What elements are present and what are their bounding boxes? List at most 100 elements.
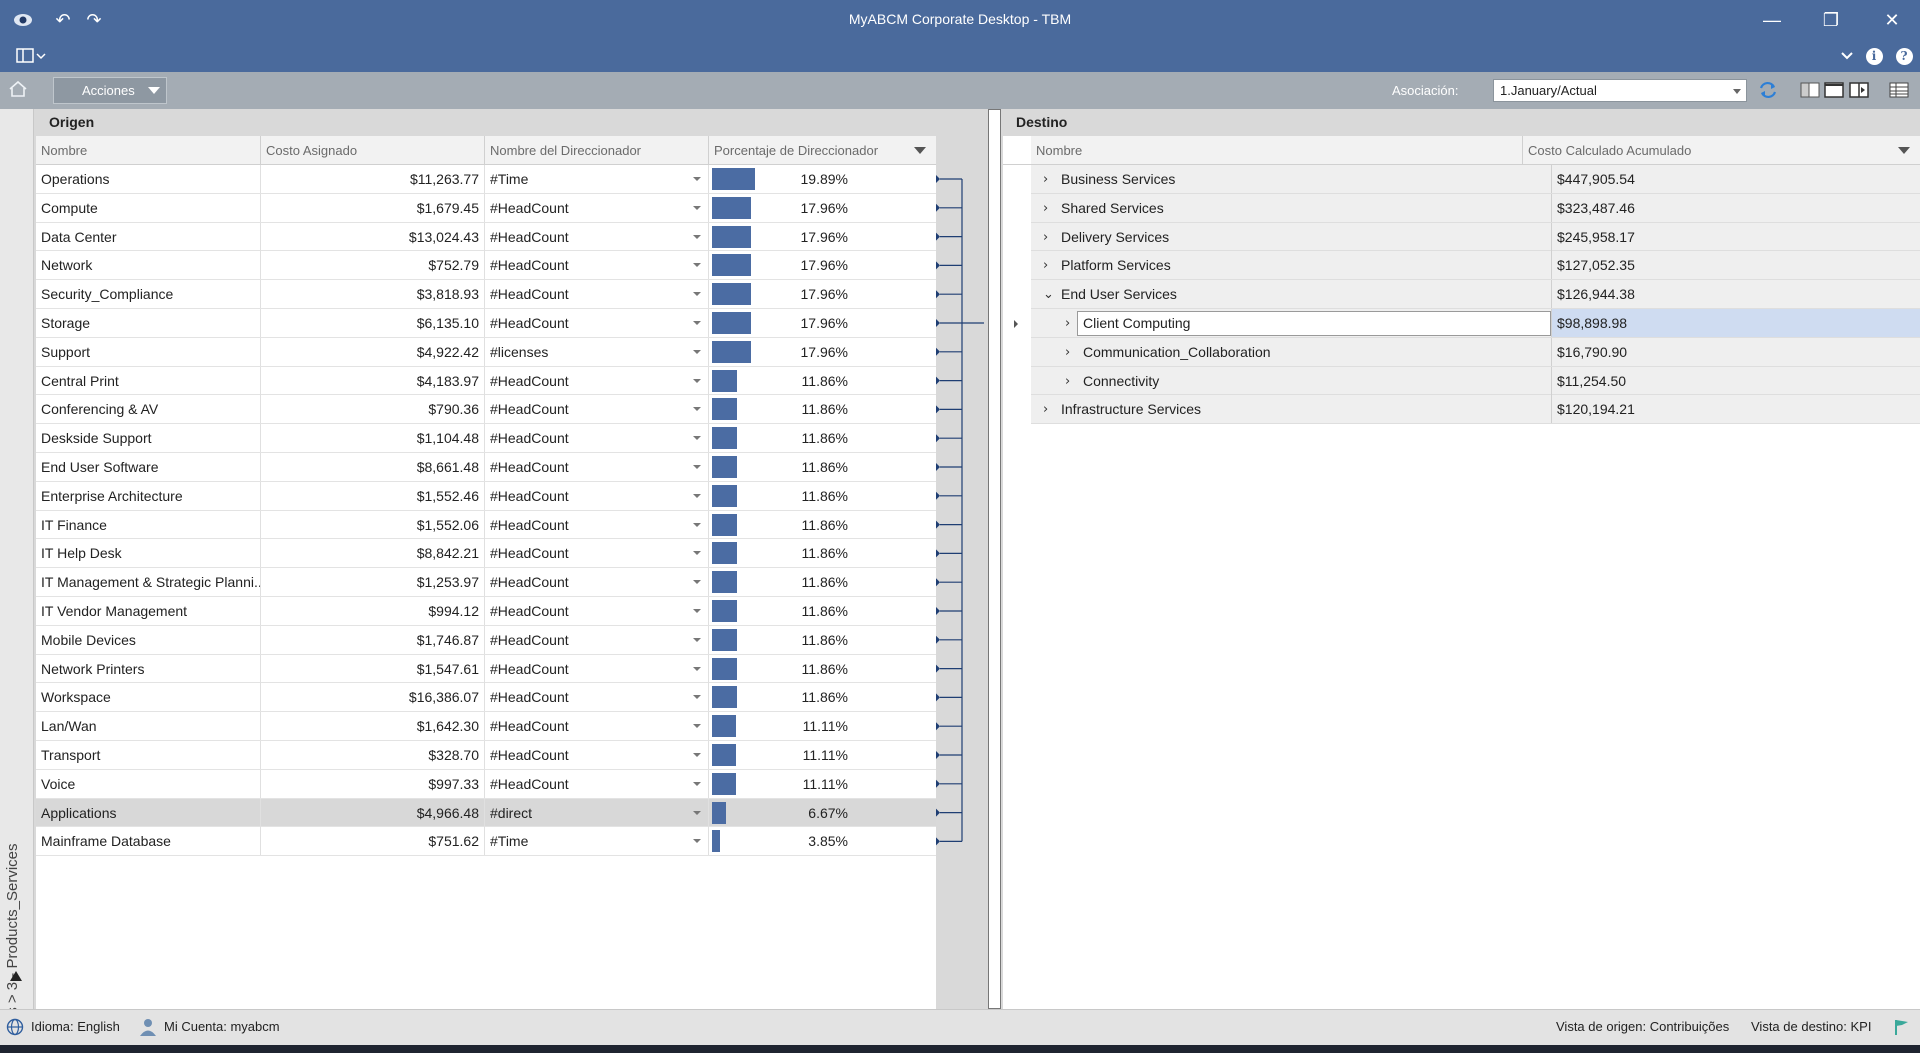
chevron-right-icon[interactable]: › bbox=[1065, 374, 1077, 389]
table-row[interactable]: Lan/Wan $1,642.30 #HeadCount 11.11% bbox=[36, 712, 936, 741]
flag-icon[interactable] bbox=[1893, 1018, 1911, 1039]
driver-select[interactable]: #HeadCount bbox=[485, 452, 709, 481]
col-header-nombre-destino[interactable]: Nombre bbox=[1031, 136, 1523, 165]
chevron-down-icon[interactable] bbox=[1836, 45, 1858, 67]
info-icon[interactable]: i bbox=[1863, 45, 1885, 67]
dropdown-arrow-icon[interactable] bbox=[693, 522, 701, 527]
dropdown-arrow-icon[interactable] bbox=[693, 407, 701, 412]
dropdown-arrow-icon[interactable] bbox=[693, 695, 701, 700]
help-icon[interactable]: ? bbox=[1893, 45, 1915, 67]
table-row[interactable]: Compute $1,679.45 #HeadCount 17.96% bbox=[36, 193, 936, 223]
tree-row[interactable]: › Business Services $447,905.54 bbox=[1003, 165, 1920, 194]
table-row[interactable]: Enterprise Architecture $1,552.46 #HeadCou… bbox=[36, 481, 936, 511]
vista-origen-status[interactable]: Vista de origen: Contribuições bbox=[1556, 1019, 1729, 1034]
table-row[interactable]: Support $4,922.42 #licenses 17.96% bbox=[36, 337, 936, 367]
tree-row[interactable]: › Delivery Services $245,958.17 bbox=[1003, 222, 1920, 252]
chevron-right-icon[interactable]: › bbox=[1043, 402, 1055, 417]
driver-select[interactable]: #HeadCount bbox=[485, 424, 709, 453]
dropdown-arrow-icon[interactable] bbox=[693, 839, 701, 844]
driver-select[interactable]: #HeadCount bbox=[485, 740, 709, 769]
table-row[interactable]: IT Management & Strategic Planni... $1,25… bbox=[36, 568, 936, 597]
dropdown-arrow-icon[interactable] bbox=[693, 551, 701, 556]
dropdown-arrow-icon[interactable] bbox=[693, 349, 701, 354]
col-header-nombre[interactable]: Nombre bbox=[36, 136, 261, 165]
asociacion-select[interactable]: 1.January/Actual bbox=[1493, 79, 1747, 102]
chevron-right-icon[interactable]: › bbox=[1043, 172, 1055, 187]
dropdown-arrow-icon[interactable] bbox=[693, 666, 701, 671]
cuenta-status[interactable]: Mi Cuenta: myabcm bbox=[164, 1019, 280, 1034]
dropdown-arrow-icon[interactable] bbox=[693, 493, 701, 498]
table-row[interactable]: Voice $997.33 #HeadCount 11.11% bbox=[36, 769, 936, 799]
driver-select[interactable]: #HeadCount bbox=[485, 481, 709, 510]
table-row[interactable]: Operations $11,263.77 #Time 19.89% bbox=[36, 165, 936, 194]
driver-select[interactable]: #direct bbox=[485, 798, 709, 827]
column-menu-icon[interactable] bbox=[1898, 147, 1910, 154]
driver-select[interactable]: #HeadCount bbox=[485, 769, 709, 798]
table-row[interactable]: Conferencing & AV $790.36 #HeadCount 11.86% bbox=[36, 395, 936, 425]
table-row[interactable]: Mainframe Database $751.62 #Time 3.85% bbox=[36, 827, 936, 857]
driver-select[interactable]: #HeadCount bbox=[485, 280, 709, 309]
tree-row-body[interactable]: › Communication_Collaboration $16,790.90 bbox=[1031, 337, 1920, 367]
chevron-right-icon[interactable]: › bbox=[1065, 345, 1077, 360]
layout-split-icon[interactable] bbox=[1849, 81, 1869, 99]
tree-row[interactable]: ⌄ End User Services $126,944.38 bbox=[1003, 280, 1920, 309]
dropdown-arrow-icon[interactable] bbox=[693, 263, 701, 268]
driver-select[interactable]: #HeadCount bbox=[485, 654, 709, 683]
dropdown-arrow-icon[interactable] bbox=[693, 608, 701, 613]
driver-select[interactable]: #HeadCount bbox=[485, 596, 709, 625]
tree-row[interactable]: › Communication_Collaboration $16,790.90 bbox=[1003, 337, 1920, 367]
tree-row-body[interactable]: › Business Services $447,905.54 bbox=[1031, 165, 1920, 194]
tree-row-body[interactable]: › Client Computing $98,898.98 bbox=[1031, 308, 1920, 338]
grid-view-icon[interactable] bbox=[1889, 81, 1909, 99]
layout-full-icon[interactable] bbox=[1824, 81, 1844, 99]
layout-left-icon[interactable] bbox=[1800, 81, 1820, 99]
home-icon[interactable] bbox=[8, 80, 30, 100]
idioma-status[interactable]: Idioma: English bbox=[31, 1019, 120, 1034]
driver-select[interactable]: #HeadCount bbox=[485, 625, 709, 654]
driver-select[interactable]: #HeadCount bbox=[485, 568, 709, 597]
driver-select[interactable]: #HeadCount bbox=[485, 251, 709, 280]
collapse-up-icon[interactable] bbox=[10, 971, 22, 981]
driver-select[interactable]: #HeadCount bbox=[485, 510, 709, 539]
dropdown-arrow-icon[interactable] bbox=[693, 724, 701, 729]
table-row[interactable]: Security_Compliance $3,818.93 #HeadCount 17… bbox=[36, 280, 936, 309]
driver-select[interactable]: #HeadCount bbox=[485, 539, 709, 568]
col-header-costo-asignado[interactable]: Costo Asignado bbox=[261, 136, 485, 165]
layout-toggle-icon[interactable] bbox=[14, 45, 48, 67]
table-row[interactable]: Deskside Support $1,104.48 #HeadCount 11.86… bbox=[36, 424, 936, 453]
dropdown-arrow-icon[interactable] bbox=[693, 810, 701, 815]
col-header-direccionador[interactable]: Nombre del Direccionador bbox=[485, 136, 709, 165]
tree-row[interactable]: › Infrastructure Services $120,194.21 bbox=[1003, 395, 1920, 425]
vista-destino-status[interactable]: Vista de destino: KPI bbox=[1751, 1019, 1871, 1034]
refresh-icon[interactable] bbox=[1758, 81, 1778, 99]
panel-splitter[interactable] bbox=[988, 109, 1001, 1009]
close-button[interactable]: ✕ bbox=[1872, 6, 1912, 34]
chevron-right-icon[interactable]: › bbox=[1043, 258, 1055, 273]
driver-select[interactable]: #HeadCount bbox=[485, 712, 709, 741]
tree-row-body[interactable]: › Infrastructure Services $120,194.21 bbox=[1031, 395, 1920, 425]
driver-select[interactable]: #Time bbox=[485, 165, 709, 193]
driver-select[interactable]: #HeadCount bbox=[485, 308, 709, 337]
dropdown-arrow-icon[interactable] bbox=[693, 177, 701, 181]
acciones-dropdown[interactable]: Acciones bbox=[53, 77, 167, 104]
driver-select[interactable]: #licenses bbox=[485, 337, 709, 366]
driver-select[interactable]: #HeadCount bbox=[485, 222, 709, 251]
dropdown-arrow-icon[interactable] bbox=[693, 234, 701, 239]
tree-row-body[interactable]: › Delivery Services $245,958.17 bbox=[1031, 222, 1920, 252]
tree-row[interactable]: › Shared Services $323,487.46 bbox=[1003, 193, 1920, 223]
table-row[interactable]: Storage $6,135.10 #HeadCount 17.96% bbox=[36, 308, 936, 338]
dropdown-arrow-icon[interactable] bbox=[693, 752, 701, 757]
driver-select[interactable]: #Time bbox=[485, 827, 709, 856]
table-row[interactable]: Central Print $4,183.97 #HeadCount 11.86% bbox=[36, 366, 936, 396]
driver-select[interactable]: #HeadCount bbox=[485, 395, 709, 424]
col-header-costo-calculado[interactable]: Costo Calculado Acumulado bbox=[1523, 136, 1920, 165]
dropdown-arrow-icon[interactable] bbox=[693, 378, 701, 383]
dropdown-arrow-icon[interactable] bbox=[693, 637, 701, 642]
dropdown-arrow-icon[interactable] bbox=[693, 320, 701, 325]
table-row[interactable]: Network $752.79 #HeadCount 17.96% bbox=[36, 251, 936, 281]
chevron-right-icon[interactable]: › bbox=[1043, 230, 1055, 245]
tree-row-body[interactable]: › Connectivity $11,254.50 bbox=[1031, 366, 1920, 396]
tree-row-body[interactable]: ⌄ End User Services $126,944.38 bbox=[1031, 280, 1920, 309]
column-menu-icon[interactable] bbox=[914, 147, 926, 154]
tree-row-body[interactable]: › Shared Services $323,487.46 bbox=[1031, 193, 1920, 223]
